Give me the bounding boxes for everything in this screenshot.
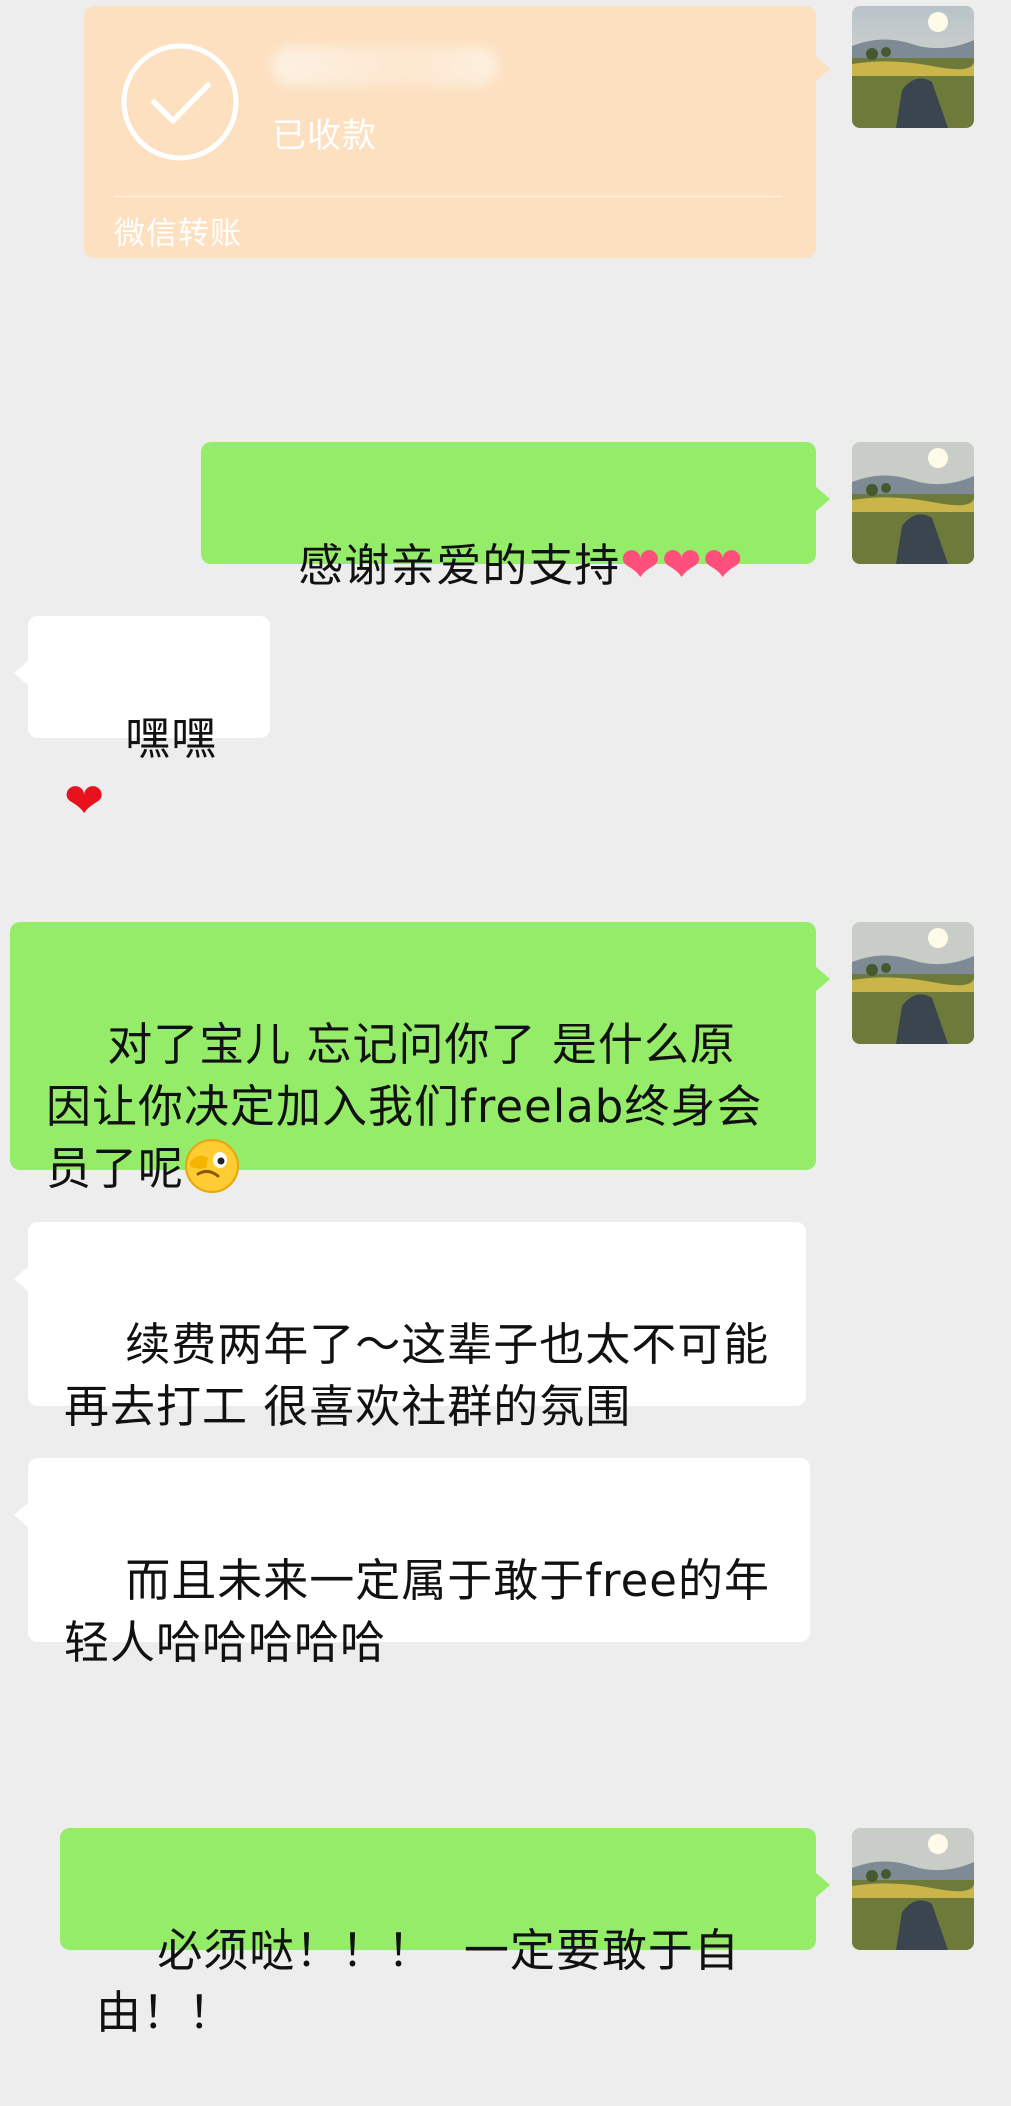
message-text: 必须哒！！！ 一定要敢于自由！！ xyxy=(96,1924,740,2039)
transfer-divider xyxy=(114,196,782,197)
smirk-face-emoji-icon xyxy=(185,1139,240,1193)
check-circle-icon xyxy=(121,43,239,161)
message-renew[interactable]: 续费两年了～这辈子也太不可能再去打工 很喜欢社群的氛围 xyxy=(14,1222,806,1433)
message-heihei[interactable]: 嘿嘿 ❤ xyxy=(14,616,270,829)
message-must[interactable]: 必须哒！！！ 一定要敢于自由！！ xyxy=(60,1828,830,2039)
avatar-image xyxy=(852,1828,974,1950)
avatar[interactable] xyxy=(852,442,974,564)
blurred-amount xyxy=(272,46,498,86)
transfer-status: 已收款 xyxy=(272,116,377,156)
avatar-image xyxy=(852,6,974,128)
transfer-footer-label: 微信转账 xyxy=(114,216,242,252)
message-text: 对了宝儿 忘记问你了 是什么原因让你决定加入我们freelab终身会员了呢 xyxy=(46,1018,763,1195)
avatar[interactable] xyxy=(852,922,974,1044)
message-thanks[interactable]: 感谢亲爱的支持❤❤❤ xyxy=(201,442,830,593)
avatar-image xyxy=(852,922,974,1044)
message-future[interactable]: 而且未来一定属于敢于free的年轻人哈哈哈哈哈 xyxy=(14,1458,810,1669)
heart-emoji-icon: ❤❤❤ xyxy=(620,537,744,593)
message-text: 续费两年了～这辈子也太不可能再去打工 很喜欢社群的氛围 xyxy=(64,1318,770,1433)
transfer-card[interactable]: 已收款 微信转账 xyxy=(84,6,830,258)
message-text: 嘿嘿 xyxy=(125,712,218,765)
avatar[interactable] xyxy=(852,6,974,128)
message-text: 感谢亲爱的支持 xyxy=(298,539,621,592)
red-heart-emoji-icon: ❤ xyxy=(64,773,106,829)
message-text: 而且未来一定属于敢于free的年轻人哈哈哈哈哈 xyxy=(64,1554,770,1669)
chat-window: 已收款 微信转账 感谢亲爱的支持❤❤❤ 嘿嘿❤ 对了宝儿 忘记问你了 是什么原因… xyxy=(0,0,1011,2039)
message-question[interactable]: 对了宝儿 忘记问你了 是什么原因让你决定加入我们freelab终身会员了呢 xyxy=(10,922,830,1195)
avatar[interactable] xyxy=(852,1828,974,1950)
avatar-image xyxy=(852,442,974,564)
